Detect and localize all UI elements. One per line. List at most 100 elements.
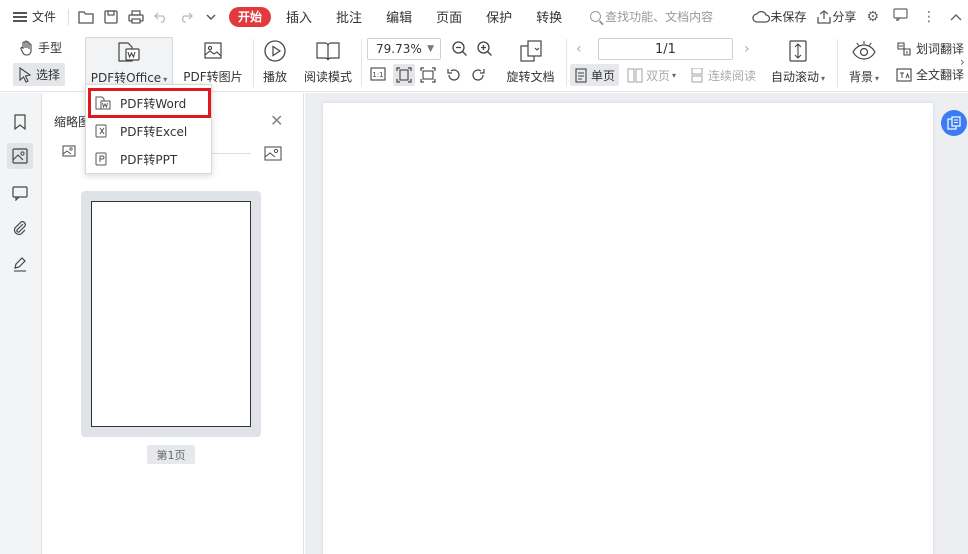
file-menu-label: 文件 (32, 10, 57, 24)
fit-width-button[interactable] (420, 67, 436, 83)
continuous-read-icon (691, 67, 703, 83)
rotate-right-button[interactable] (470, 67, 486, 83)
close-icon[interactable]: ✕ (270, 111, 283, 130)
tab-page[interactable]: 页面 (424, 0, 474, 33)
tab-protect[interactable]: 保护 (474, 0, 524, 33)
document-page (323, 103, 933, 554)
save-icon[interactable] (98, 0, 123, 33)
play-label: 播放 (262, 70, 287, 84)
hand-tool-label: 手型 (38, 41, 63, 55)
auto-scroll-button[interactable]: 自动滚动 ▾ (768, 36, 828, 85)
double-page-button[interactable]: 双页 ▾ (627, 64, 676, 86)
menu-item-label: PDF转PPT (120, 152, 178, 167)
full-translate-icon (896, 67, 912, 82)
menu-bar: 文件 开始 插入 批注 编辑 页面 保护 转换 查找功能、文档内容 未保存 分享… (0, 0, 968, 33)
fit-page-button[interactable] (393, 64, 415, 86)
undo-icon[interactable] (148, 0, 173, 33)
excel-doc-icon (95, 123, 111, 139)
search-placeholder: 查找功能、文档内容 (605, 10, 714, 24)
select-tool-button[interactable]: 选择 (13, 63, 66, 86)
pdf-to-office-label: PDF转Office (90, 71, 162, 85)
more-vertical-icon[interactable]: ⋮ (922, 9, 936, 25)
menu-item-pdf-to-word[interactable]: PDF转Word (86, 91, 211, 115)
play-icon (263, 36, 287, 66)
play-button[interactable]: 播放 (259, 36, 291, 85)
chevron-right-icon: › (744, 41, 750, 57)
attachment-icon[interactable] (7, 215, 33, 241)
bookmark-icon[interactable] (7, 109, 33, 135)
tab-convert[interactable]: 转换 (524, 0, 574, 33)
rotate-document-icon (518, 36, 544, 66)
tab-insert[interactable]: 插入 (274, 0, 324, 33)
read-mode-button[interactable]: 阅读模式 (302, 36, 354, 85)
next-page-button[interactable]: › (744, 41, 750, 57)
fit-page-icon (396, 67, 412, 83)
auto-scroll-icon (787, 36, 809, 66)
rotate-right-icon (472, 69, 485, 81)
divider (253, 39, 254, 87)
open-folder-icon[interactable] (73, 0, 98, 33)
continuous-read-button[interactable]: 连续阅读 (690, 64, 756, 86)
hand-icon (20, 39, 32, 56)
rotate-left-button[interactable] (446, 67, 462, 83)
thumbnail-enlarge-icon[interactable] (264, 146, 282, 164)
tab-start[interactable]: 开始 (229, 6, 272, 27)
tab-annotate[interactable]: 批注 (324, 0, 374, 33)
search-icon (590, 11, 602, 22)
menu-item-pdf-to-excel[interactable]: PDF转Excel (86, 119, 211, 143)
settings-gear-icon[interactable]: ⚙ (866, 9, 879, 25)
comment-icon[interactable] (7, 180, 33, 206)
feedback-icon[interactable] (893, 8, 908, 25)
previous-page-button[interactable]: ‹ (576, 41, 582, 57)
page-thumbnail[interactable] (81, 191, 261, 437)
chevron-down-icon: ▾ (821, 74, 826, 83)
search-box[interactable]: 查找功能、文档内容 (590, 8, 713, 25)
single-page-button[interactable]: 单页 (570, 64, 620, 86)
document-viewport[interactable] (305, 93, 968, 554)
word-translate-button[interactable]: 划词翻译 (896, 40, 964, 57)
full-translate-button[interactable]: 全文翻译 (896, 66, 964, 83)
tab-edit[interactable]: 编辑 (374, 0, 424, 33)
chevron-down-icon: ▾ (672, 70, 677, 80)
cursor-arrow-icon (19, 66, 32, 83)
actual-size-button[interactable]: 1:1 (370, 67, 386, 81)
read-mode-label: 阅读模式 (303, 70, 352, 84)
ribbon-scroll-right-button[interactable]: › (960, 55, 965, 69)
share-label: 分享 (832, 10, 857, 24)
chevron-right-icon: › (960, 55, 965, 69)
floating-convert-button[interactable] (941, 110, 967, 136)
page-thumbnail-preview (91, 201, 251, 427)
zoom-out-button[interactable] (451, 40, 469, 58)
zoom-in-button[interactable] (476, 40, 494, 58)
zoom-value: 79.73% (376, 42, 422, 56)
thumbnail-panel-icon[interactable] (7, 143, 33, 169)
continuous-read-label: 连续阅读 (708, 68, 757, 83)
share-icon (817, 9, 832, 24)
right-actions: 未保存 分享 ⚙ ⋮ (752, 8, 968, 25)
unsaved-status[interactable]: 未保存 (752, 8, 806, 25)
word-translate-label: 划词翻译 (916, 42, 965, 56)
print-icon[interactable] (123, 0, 148, 33)
fit-width-icon (420, 67, 436, 83)
chevron-down-icon: ▼ (427, 44, 434, 54)
quick-access-more-icon[interactable] (198, 0, 223, 33)
collapse-ribbon-icon[interactable] (950, 9, 962, 25)
redo-icon[interactable] (173, 0, 198, 33)
share-button[interactable]: 分享 (816, 8, 856, 25)
page-number-input[interactable]: 1/1 (598, 38, 733, 60)
pdf-to-office-button[interactable]: PDF转Office ▾ (85, 37, 173, 87)
menu-item-pdf-to-ppt[interactable]: PDF转PPT (86, 147, 211, 171)
file-menu[interactable]: 文件 (0, 0, 64, 33)
signature-icon[interactable] (7, 251, 33, 277)
thumbnail-shrink-icon[interactable] (62, 145, 76, 160)
pdf-to-office-dropdown: PDF转Word PDF转Excel PDF转PPT (85, 84, 212, 174)
pdf-to-image-button[interactable]: PDF转图片 (183, 36, 243, 85)
cloud-sync-icon (752, 10, 771, 23)
rotate-document-button[interactable]: 旋转文档 (503, 36, 558, 85)
double-page-label: 双页 (646, 68, 671, 83)
hand-tool-button[interactable]: 手型 (18, 39, 62, 56)
actual-size-icon: 1:1 (370, 67, 386, 81)
zoom-select[interactable]: 79.73% ▼ (367, 38, 441, 60)
unsaved-label: 未保存 (770, 10, 807, 24)
background-button[interactable]: 背景 ▾ (845, 36, 883, 85)
